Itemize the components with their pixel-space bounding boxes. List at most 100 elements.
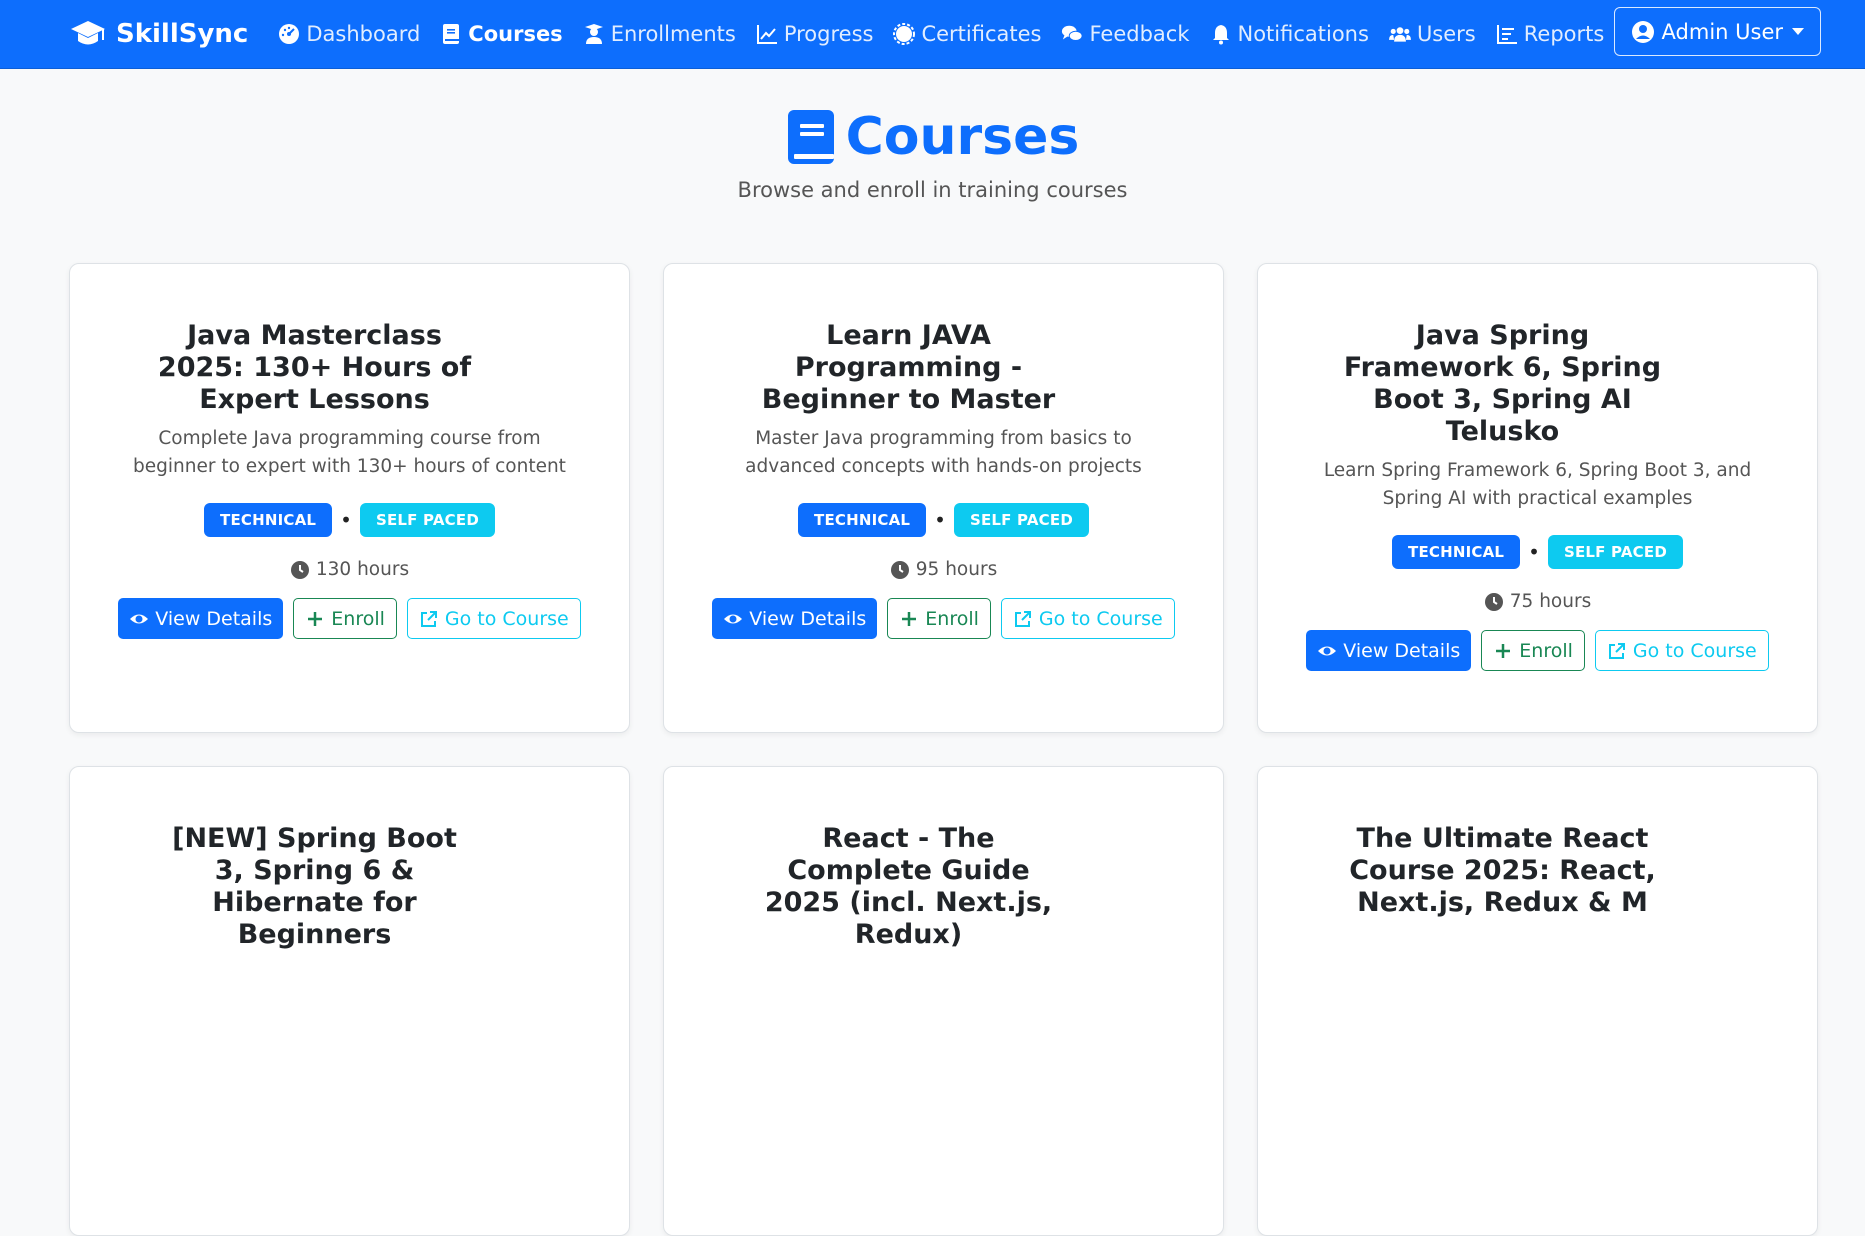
dashboard-icon	[279, 24, 300, 44]
nav-courses[interactable]: Courses	[440, 22, 563, 46]
certificate-icon	[893, 23, 916, 45]
course-actions: View Details Enroll Go to Course	[1306, 630, 1769, 671]
course-card: React - The Complete Guide 2025 (incl. N…	[663, 766, 1224, 1236]
page-title: Courses	[786, 107, 1080, 167]
nav-progress-label: Progress	[783, 22, 874, 46]
view-details-button[interactable]: View Details	[712, 598, 878, 639]
eye-icon	[1318, 646, 1337, 655]
course-title: Learn JAVA Programming - Beginner to Mas…	[761, 320, 1056, 415]
enroll-label: Enroll	[331, 607, 385, 630]
eye-icon	[130, 614, 149, 623]
nav-courses-label: Courses	[468, 22, 563, 46]
pace-badge: SELF PACED	[953, 503, 1089, 537]
course-card: Learn JAVA Programming - Beginner to Mas…	[663, 263, 1224, 733]
page-header: Courses Browse and enroll in training co…	[0, 69, 1865, 202]
course-actions: View Details Enroll Go to Course	[712, 598, 1175, 639]
course-duration: 130 hours	[290, 559, 409, 580]
clock-icon	[1484, 592, 1503, 611]
go-to-course-button[interactable]: Go to Course	[406, 598, 581, 639]
nav-reports[interactable]: Reports	[1496, 22, 1605, 46]
course-hours: 75 hours	[1509, 591, 1592, 612]
nav-feedback[interactable]: Feedback	[1061, 22, 1190, 46]
go-to-course-button[interactable]: Go to Course	[1000, 598, 1175, 639]
nav-notifications-label: Notifications	[1237, 22, 1369, 46]
nav-users[interactable]: Users	[1388, 22, 1476, 46]
course-description: Learn Spring Framework 6, Spring Boot 3,…	[1323, 460, 1752, 509]
category-badge: TECHNICAL	[798, 503, 927, 537]
nav-certificates[interactable]: Certificates	[893, 22, 1041, 46]
brand-name: SkillSync	[116, 19, 249, 49]
nav-dashboard-label: Dashboard	[306, 22, 421, 46]
course-title: The Ultimate React Course 2025: React, N…	[1349, 823, 1656, 918]
external-link-icon	[1014, 610, 1031, 627]
category-badge: TECHNICAL	[204, 503, 333, 537]
nav-enrollments-label: Enrollments	[610, 22, 736, 46]
nav-reports-label: Reports	[1523, 22, 1605, 46]
course-grid: Java Masterclass 2025: 130+ Hours of Exp…	[69, 263, 1819, 1236]
plus-icon	[902, 611, 917, 626]
category-badge: TECHNICAL	[1392, 535, 1521, 569]
course-actions: View Details Enroll Go to Course	[118, 598, 581, 639]
user-menu-button[interactable]: Admin User	[1613, 7, 1821, 56]
external-link-icon	[420, 610, 437, 627]
nav-enrollments[interactable]: Enrollments	[583, 22, 736, 46]
course-badges: TECHNICAL • SELF PACED	[1392, 535, 1683, 569]
graduation-cap-icon	[71, 21, 105, 45]
page-subtitle: Browse and enroll in training courses	[737, 178, 1128, 202]
chevron-down-icon	[1792, 28, 1804, 35]
enroll-button[interactable]: Enroll	[293, 598, 397, 639]
clock-icon	[890, 560, 909, 579]
course-description: Master Java programming from basics to a…	[745, 428, 1142, 477]
course-title: React - The Complete Guide 2025 (incl. N…	[764, 823, 1053, 950]
course-card: The Ultimate React Course 2025: React, N…	[1257, 766, 1818, 1236]
enroll-button[interactable]: Enroll	[1481, 630, 1585, 671]
external-link-icon	[1608, 642, 1625, 659]
separator-dot: •	[934, 508, 946, 532]
nav-dashboard[interactable]: Dashboard	[278, 22, 420, 46]
view-details-button[interactable]: View Details	[1306, 630, 1472, 671]
view-details-label: View Details	[749, 607, 867, 630]
go-to-course-label: Go to Course	[1038, 607, 1163, 630]
course-title: Java Spring Framework 6, Spring Boot 3, …	[1343, 320, 1662, 447]
course-card: Java Masterclass 2025: 130+ Hours of Exp…	[69, 263, 630, 733]
course-hours: 95 hours	[915, 559, 998, 580]
go-to-course-button[interactable]: Go to Course	[1594, 630, 1769, 671]
course-card: [NEW] Spring Boot 3, Spring 6 & Hibernat…	[69, 766, 630, 1236]
pace-badge: SELF PACED	[359, 503, 495, 537]
navbar: SkillSync Dashboard Courses Enrollments …	[0, 0, 1865, 69]
view-details-label: View Details	[155, 607, 273, 630]
bell-icon	[1212, 25, 1229, 45]
course-duration: 95 hours	[890, 559, 997, 580]
reports-icon	[1496, 25, 1517, 44]
nav-progress[interactable]: Progress	[756, 22, 874, 46]
course-title: Java Masterclass 2025: 130+ Hours of Exp…	[157, 320, 472, 415]
user-name: Admin User	[1661, 19, 1783, 44]
user-circle-icon	[1631, 20, 1654, 43]
plus-icon	[1496, 643, 1511, 658]
separator-dot: •	[1528, 540, 1540, 564]
course-title: [NEW] Spring Boot 3, Spring 6 & Hibernat…	[172, 823, 457, 950]
clock-icon	[290, 560, 309, 579]
nav-users-label: Users	[1416, 22, 1476, 46]
users-icon	[1388, 27, 1411, 42]
nav-notifications[interactable]: Notifications	[1210, 22, 1369, 46]
course-badges: TECHNICAL • SELF PACED	[798, 503, 1089, 537]
go-to-course-label: Go to Course	[1632, 639, 1757, 662]
course-hours: 130 hours	[315, 559, 410, 580]
enroll-label: Enroll	[925, 607, 979, 630]
course-card: Java Spring Framework 6, Spring Boot 3, …	[1257, 263, 1818, 733]
chart-line-icon	[756, 25, 777, 44]
course-description: Complete Java programming course from be…	[133, 428, 566, 477]
brand[interactable]: SkillSync	[70, 19, 248, 49]
pace-badge: SELF PACED	[1547, 535, 1683, 569]
view-details-button[interactable]: View Details	[118, 598, 284, 639]
page-title-text: Courses	[845, 107, 1080, 167]
eye-icon	[724, 614, 743, 623]
separator-dot: •	[340, 508, 352, 532]
course-badges: TECHNICAL • SELF PACED	[204, 503, 495, 537]
enroll-button[interactable]: Enroll	[887, 598, 991, 639]
book-icon	[787, 110, 834, 164]
book-icon	[443, 24, 460, 44]
go-to-course-label: Go to Course	[444, 607, 569, 630]
nav-feedback-label: Feedback	[1089, 22, 1190, 46]
